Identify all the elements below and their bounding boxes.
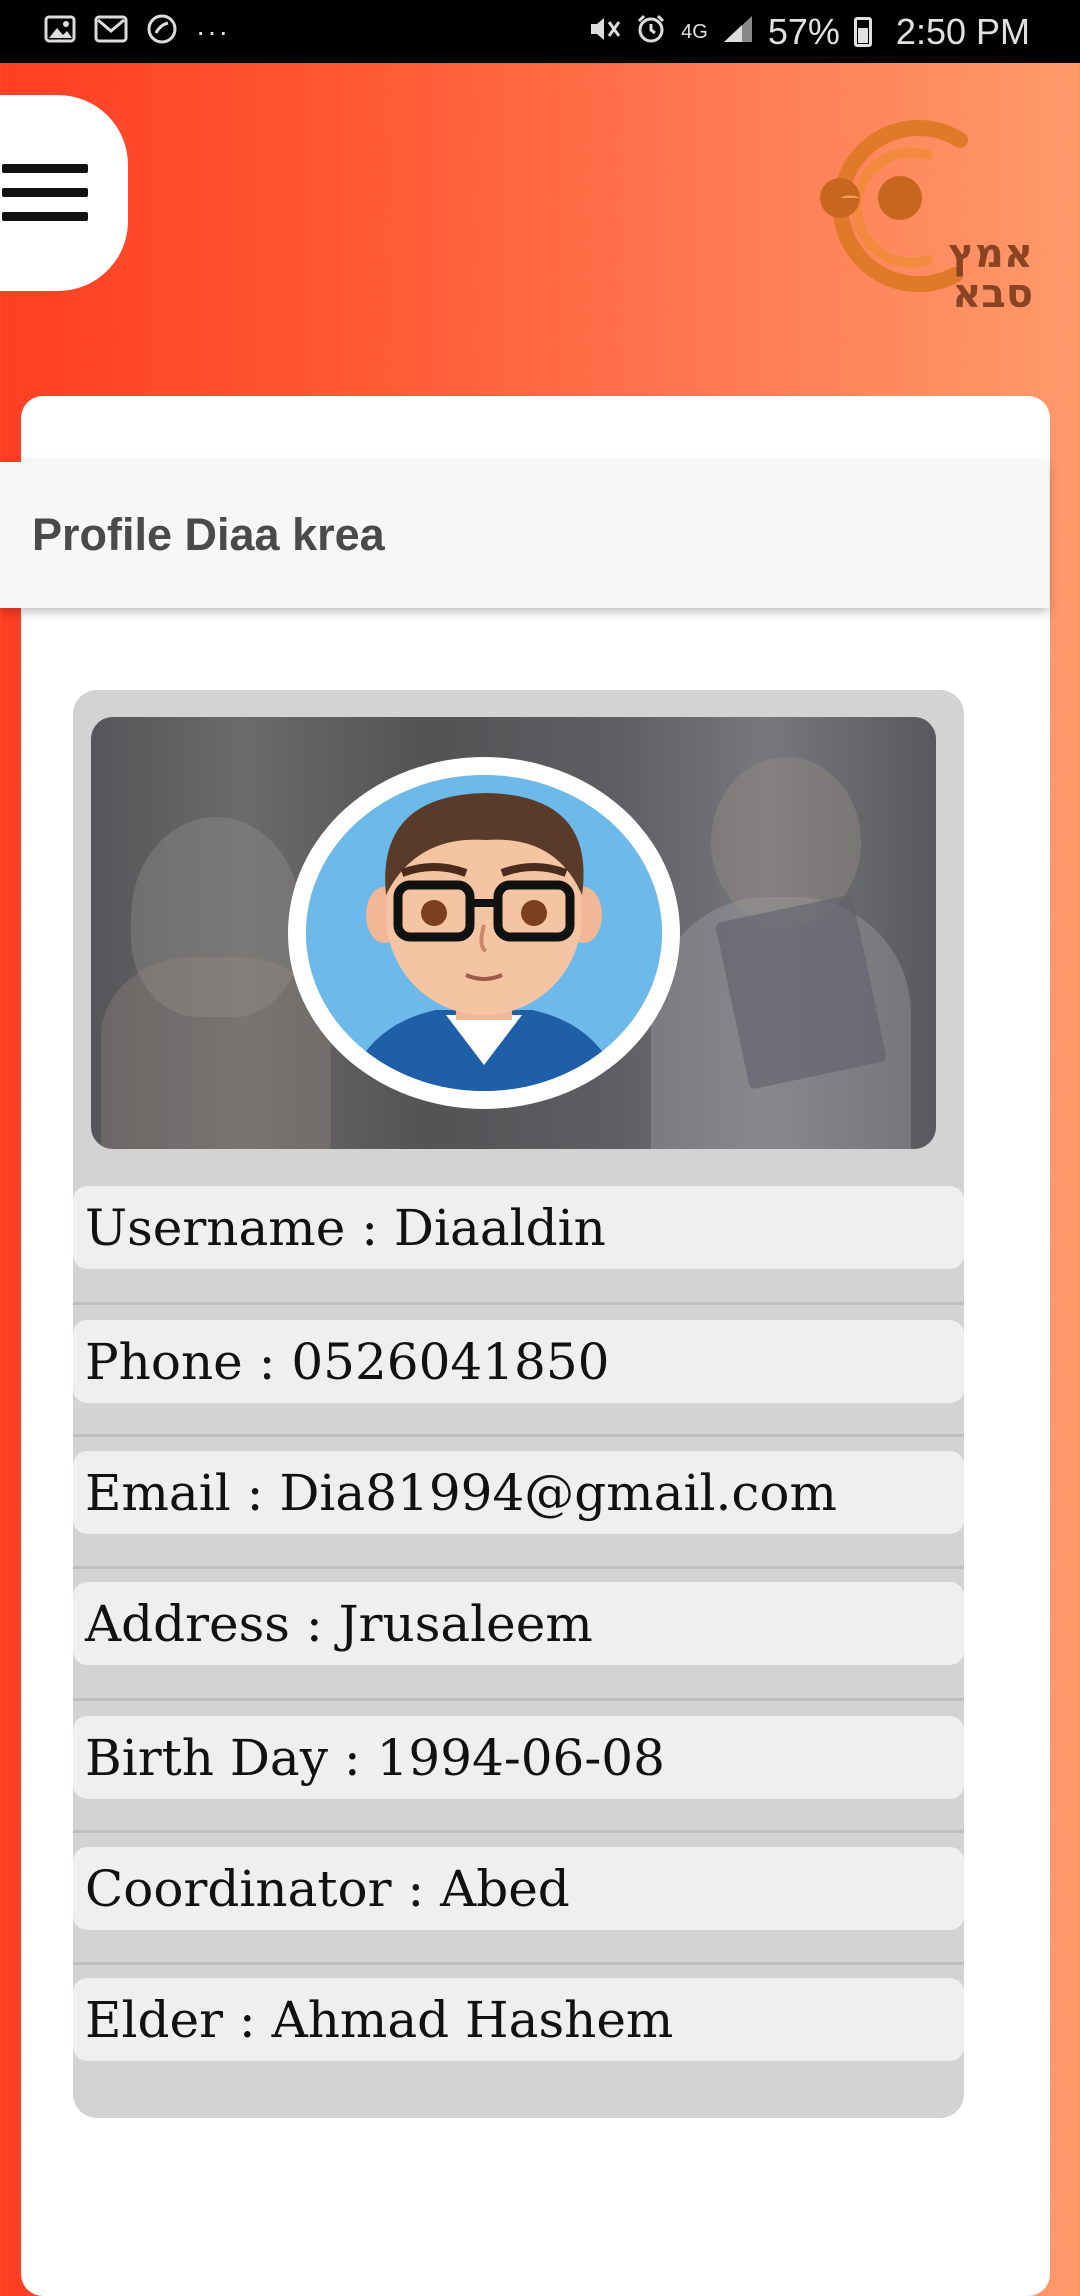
divider bbox=[73, 1566, 964, 1569]
elder-text: Elder : Ahmad Hashem bbox=[85, 1990, 674, 2049]
logo-text: אמץ סבא bbox=[948, 231, 1033, 317]
avatar-icon bbox=[306, 775, 662, 1091]
coordinator-row: Coordinator : Abed bbox=[73, 1847, 964, 1930]
profile-card: Username : Diaaldin Phone : 0526041850 E… bbox=[73, 690, 964, 2118]
email-row: Email : Dia81994@gmail.com bbox=[73, 1451, 964, 1534]
elder-row: Elder : Ahmad Hashem bbox=[73, 1978, 964, 2061]
battery-percent: 57% bbox=[767, 10, 840, 52]
email-text: Email : Dia81994@gmail.com bbox=[85, 1463, 837, 1522]
username-text: Username : Diaaldin bbox=[85, 1198, 606, 1257]
gmail-icon bbox=[94, 15, 128, 49]
coordinator-text: Coordinator : Abed bbox=[85, 1859, 570, 1918]
avatar bbox=[306, 775, 662, 1091]
page-title: Profile Diaa krea bbox=[32, 509, 385, 560]
divider bbox=[73, 1830, 964, 1833]
hamburger-icon[interactable] bbox=[2, 164, 88, 222]
menu-button[interactable] bbox=[0, 95, 128, 291]
profile-banner-image bbox=[91, 717, 936, 1149]
username-row: Username : Diaaldin bbox=[73, 1186, 964, 1269]
divider bbox=[73, 1302, 964, 1305]
network-4g-icon: 4G bbox=[681, 20, 708, 43]
phone-text: Phone : 0526041850 bbox=[85, 1332, 610, 1391]
battery-icon bbox=[853, 16, 872, 47]
divider bbox=[73, 1434, 964, 1437]
status-bar: ··· 4G 57% 2:50 PM bbox=[0, 0, 1080, 63]
clock: 2:50 PM bbox=[895, 10, 1030, 52]
divider bbox=[73, 1962, 964, 1965]
divider bbox=[73, 1698, 964, 1701]
birthday-text: Birth Day : 1994-06-08 bbox=[85, 1728, 665, 1787]
address-row: Address : Jrusaleem bbox=[73, 1582, 964, 1665]
page-title-bar: Profile Diaa krea bbox=[0, 462, 1049, 608]
app-logo: אמץ סבא bbox=[800, 110, 1040, 325]
mute-icon bbox=[587, 14, 621, 50]
address-text: Address : Jrusaleem bbox=[85, 1594, 593, 1653]
image-icon bbox=[44, 15, 76, 49]
birthday-row: Birth Day : 1994-06-08 bbox=[73, 1716, 964, 1799]
missed-call-icon bbox=[146, 13, 178, 51]
signal-icon bbox=[722, 14, 754, 50]
avatar-frame bbox=[288, 757, 680, 1109]
more-icon: ··· bbox=[196, 15, 230, 47]
alarm-icon bbox=[635, 13, 667, 51]
phone-row: Phone : 0526041850 bbox=[73, 1320, 964, 1403]
